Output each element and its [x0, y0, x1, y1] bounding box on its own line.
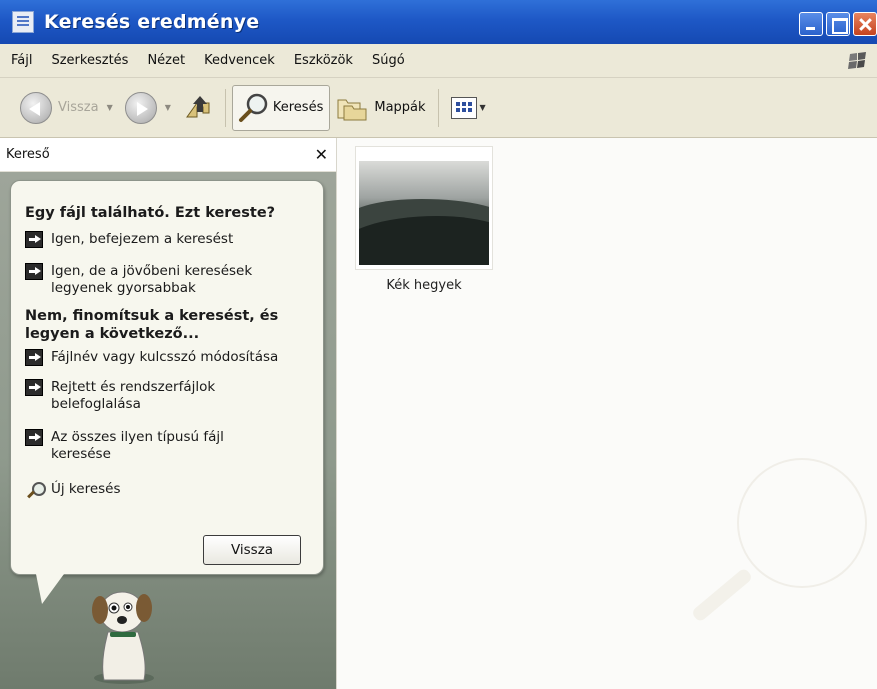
- back-arrow-icon: [20, 91, 52, 124]
- back-dropdown-icon[interactable]: ▼: [107, 103, 113, 112]
- toolbar: Vissza ▼ ▼ Keresés Mappák ▼: [0, 78, 877, 138]
- toolbar-separator: [224, 88, 226, 127]
- companion-background: Egy fájl található. Ezt kereste? Igen, b…: [0, 172, 336, 689]
- balloon-tail: [36, 574, 64, 604]
- back-button-pane[interactable]: Vissza: [203, 535, 301, 565]
- close-button[interactable]: [853, 12, 877, 36]
- folders-label: Mappák: [374, 100, 426, 115]
- result-name[interactable]: Kék hegyek: [355, 278, 493, 293]
- folders-icon: [337, 99, 367, 120]
- search-watermark-icon: [737, 458, 867, 588]
- search-label: Keresés: [272, 100, 324, 115]
- menu-file[interactable]: Fájl: [11, 53, 32, 68]
- search-dog-icon[interactable]: [80, 582, 168, 686]
- arrow-right-icon: [25, 379, 43, 396]
- option-faster-label: Igen, de a jövőbeni keresések legyenek g…: [51, 263, 253, 296]
- search-button[interactable]: Keresés: [231, 84, 331, 131]
- views-icon: [450, 96, 477, 119]
- pane-close-icon[interactable]: ✕: [315, 145, 328, 164]
- option-finish-search[interactable]: Igen, befejezem a keresést: [25, 231, 315, 248]
- window-controls: [799, 12, 877, 36]
- views-button[interactable]: ▼: [445, 86, 492, 130]
- option-same-type[interactable]: Az összes ilyen típusú fájl keresése: [25, 429, 255, 463]
- search-icon: [238, 93, 268, 122]
- found-heading: Egy fájl található. Ezt kereste?: [25, 205, 276, 221]
- results-area: Kék hegyek: [336, 138, 877, 689]
- blue-hills-image: [359, 161, 489, 265]
- menu-edit[interactable]: Szerkesztés: [51, 53, 128, 68]
- menu-help[interactable]: Súgó: [372, 53, 405, 68]
- title-bar[interactable]: Keresés eredménye: [0, 0, 877, 44]
- new-search-label: Új keresés: [51, 481, 121, 497]
- views-dropdown-icon[interactable]: ▼: [480, 103, 486, 112]
- option-include-hidden[interactable]: Rejtett és rendszerfájlok belefoglalása: [25, 379, 255, 413]
- maximize-button[interactable]: [826, 12, 850, 36]
- up-folder-button[interactable]: [177, 86, 219, 130]
- arrow-right-icon: [25, 429, 43, 446]
- option-filename-label: Fájlnév vagy kulcsszó módosítása: [51, 349, 279, 365]
- result-thumbnail[interactable]: [355, 146, 493, 270]
- forward-arrow-icon: [124, 91, 157, 124]
- magnifier-icon: [25, 481, 47, 501]
- pane-header: Kereső ✕: [0, 138, 336, 172]
- pane-title: Kereső: [6, 147, 50, 162]
- minimize-button[interactable]: [799, 12, 823, 36]
- option-same-type-label: Az összes ilyen típusú fájl keresése: [51, 429, 224, 462]
- menu-favorites[interactable]: Kedvencek: [204, 53, 275, 68]
- forward-button[interactable]: ▼: [119, 86, 177, 130]
- option-finish-label: Igen, befejezem a keresést: [51, 231, 234, 247]
- forward-dropdown-icon[interactable]: ▼: [165, 103, 171, 112]
- search-companion-pane: Kereső ✕ Egy fájl található. Ezt kereste…: [0, 138, 336, 689]
- arrow-right-icon: [25, 231, 43, 248]
- option-faster-search[interactable]: Igen, de a jövőbeni keresések legyenek g…: [25, 263, 275, 297]
- search-balloon: Egy fájl található. Ezt kereste? Igen, b…: [10, 180, 324, 575]
- option-hidden-label: Rejtett és rendszerfájlok belefoglalása: [51, 379, 216, 412]
- search-window-icon: [12, 11, 34, 33]
- folders-button[interactable]: Mappák: [330, 86, 431, 130]
- option-change-filename[interactable]: Fájlnév vagy kulcsszó módosítása: [25, 349, 320, 366]
- windows-logo-icon: [848, 52, 866, 69]
- menu-view[interactable]: Nézet: [147, 53, 185, 68]
- search-watermark-handle: [690, 567, 754, 623]
- back-button[interactable]: Vissza ▼: [14, 86, 119, 130]
- arrow-right-icon: [25, 263, 43, 280]
- toolbar-separator: [437, 88, 439, 127]
- menu-bar: Fájl Szerkesztés Nézet Kedvencek Eszközö…: [0, 44, 877, 78]
- arrow-right-icon: [25, 349, 43, 366]
- refine-heading: Nem, finomítsuk a keresést, és legyen a …: [25, 308, 279, 342]
- new-search-link[interactable]: Új keresés: [25, 481, 225, 501]
- window-title: Keresés eredménye: [44, 11, 260, 33]
- up-folder-icon: [185, 95, 210, 117]
- back-label: Vissza: [58, 100, 99, 115]
- menu-tools[interactable]: Eszközök: [294, 53, 353, 68]
